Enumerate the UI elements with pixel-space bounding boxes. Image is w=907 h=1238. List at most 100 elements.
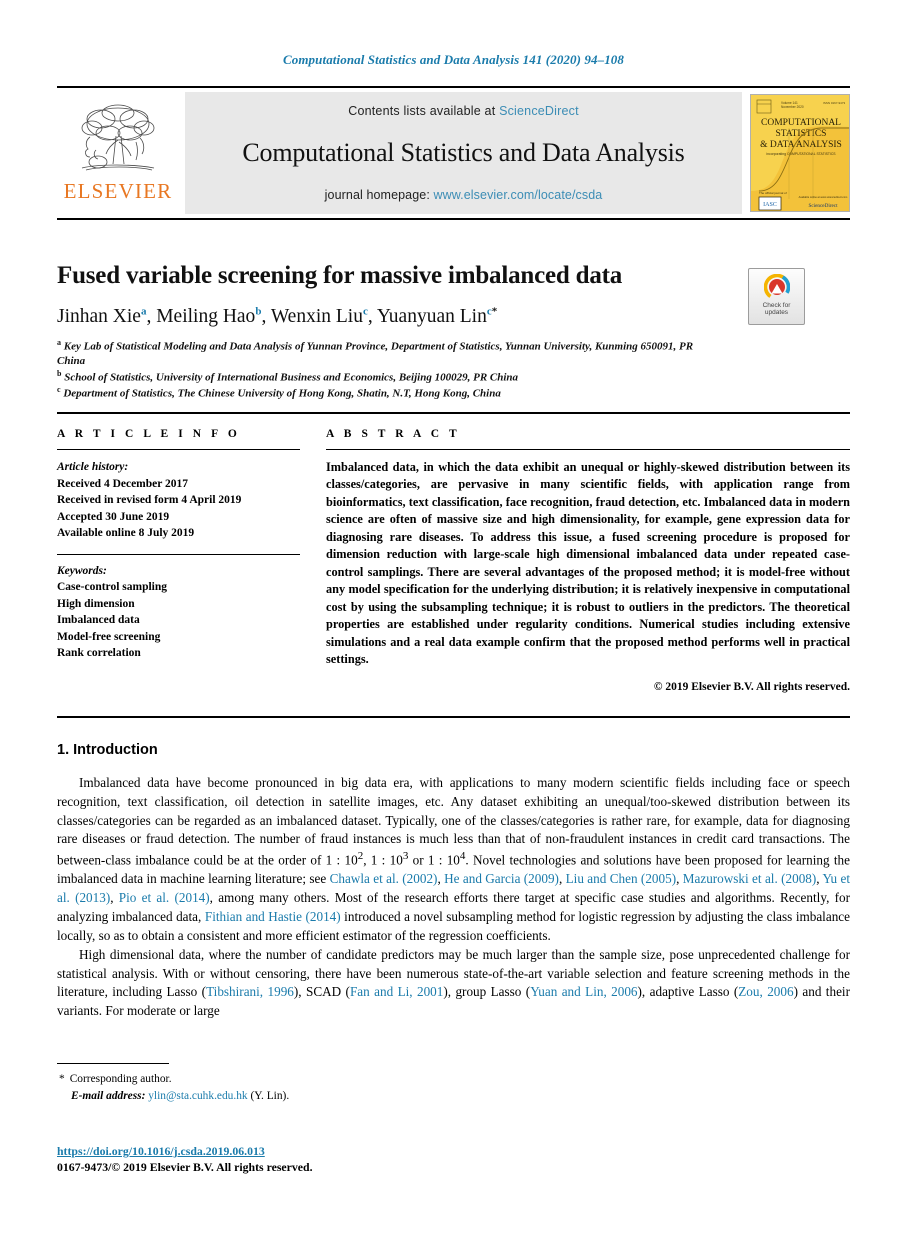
doi-link[interactable]: https://doi.org/10.1016/j.csda.2019.06.0… [57,1144,265,1158]
author-affiliation-mark: c [362,305,368,318]
article-history-item: Accepted 30 June 2019 [57,510,170,523]
email-note: E-mail address: ylin@sta.cuhk.edu.hk (Y.… [57,1088,477,1105]
citation-link[interactable]: He and Garcia (2009) [444,871,559,886]
author-affiliation-mark: b [255,305,262,318]
keyword-item: Case-control sampling [57,581,167,594]
article-history-item: Received in revised form 4 April 2019 [57,494,242,507]
sciencedirect-link[interactable]: ScienceDirect [499,104,579,118]
homepage-url-link[interactable]: www.elsevier.com/locate/csda [433,188,602,202]
abstract-copyright: © 2019 Elsevier B.V. All rights reserved… [653,681,850,694]
crossmark-label: Check for updates [763,302,791,317]
svg-text:ISSN 0167-9473: ISSN 0167-9473 [823,101,846,105]
journal-masthead: ELSEVIER Contents lists available at Sci… [57,86,850,220]
body-content: 1. Introduction Imbalanced data have bec… [57,742,850,1021]
cover-artwork: Volume 141 November 2020 ISSN 0167-9473 … [751,95,849,211]
affiliation-mark: b [57,368,62,378]
citation-link[interactable]: Yuan and Lin, 2006 [530,984,637,999]
abstract-column: A B S T R A C T Imbalanced data, in whic… [326,428,850,693]
svg-text:IASC: IASC [763,202,777,208]
crossmark-badge[interactable]: Check for updates [748,268,805,325]
svg-text:ScienceDirect: ScienceDirect [808,203,838,209]
contents-prefix: Contents lists available at [348,104,496,118]
affiliation-item: b School of Statistics, University of In… [57,368,519,384]
superscript: 3 [402,850,409,863]
affiliation-item: a Key Lab of Statistical Modeling and Da… [57,338,694,368]
article-history-item: Available online 8 July 2019 [57,527,195,540]
keywords-label: Keywords: [57,564,107,577]
citation-link[interactable]: Mazurowski et al. (2008) [683,871,817,886]
citation-link[interactable]: Fan and Li, 2001 [350,984,443,999]
contents-lists-line: Contents lists available at ScienceDirec… [348,104,579,118]
svg-text:The official journal of: The official journal of [759,191,787,195]
keyword-item: Imbalanced data [57,614,140,627]
article-info-heading: A R T I C L E I N F O [57,428,241,440]
superscript: 2 [357,850,364,863]
keyword-item: Rank correlation [57,647,141,660]
elsevier-logo: ELSEVIER [57,88,179,218]
superscript: 4 [459,850,466,863]
page-title: Fused variable screening for massive imb… [57,262,623,289]
email-address-link[interactable]: ylin@sta.cuhk.edu.hk [148,1090,247,1102]
svg-text:incorporating COMPUTATIONAL S: incorporating COMPUTATIONAL STATISTICS [766,152,836,156]
citation-link[interactable]: Zou, 2006 [738,984,793,999]
email-suffix: (Y. Lin). [250,1089,290,1102]
elsevier-wordmark: ELSEVIER [63,179,173,203]
journal-title: Computational Statistics and Data Analys… [242,138,685,167]
article-info-column: A R T I C L E I N F O Article history: R… [57,428,300,693]
citation-link[interactable]: Pio et al. (2014) [119,890,210,905]
elsevier-tree-icon [81,104,155,171]
footnote-rule [57,1063,169,1064]
author-name: Wenxin Liu [270,305,363,327]
paragraph-2: High dimensional data, where the number … [57,946,850,1019]
article-info-abstract-block: A R T I C L E I N F O Article history: R… [57,428,850,693]
article-history-label: Article history: [57,461,129,473]
info-divider-keywords [57,553,300,555]
footnote-star: * [59,1073,65,1085]
abstract-text: Imbalanced data, in which the data exhib… [326,460,850,666]
affiliation-mark: c [57,385,61,394]
section-heading-introduction: 1. Introduction [57,742,158,758]
footnote-block: * Corresponding author. E-mail address: y… [57,1063,477,1104]
running-head: Computational Statistics and Data Analys… [282,52,625,67]
title-block: Fused variable screening for massive imb… [57,262,850,401]
divider-above-info [57,412,850,414]
abstract-heading: A B S T R A C T [326,428,461,440]
citation-link[interactable]: Chawla et al. (2002) [330,871,438,886]
svg-text:Available online at www.scienc: Available online at www.sciencedirect.co… [799,195,848,199]
column-gap [300,428,326,693]
affiliation-item: c Department of Statistics, The Chinese … [57,385,501,400]
svg-text:& DATA ANALYSIS: & DATA ANALYSIS [760,140,842,150]
crossmark-line1: Check for [762,302,791,309]
author-name: Yuanyuan Lin [376,305,487,327]
keyword-item: Model-free screening [57,630,161,643]
page-footer: https://doi.org/10.1016/j.csda.2019.06.0… [57,1142,557,1176]
email-address-label: E-mail address: [71,1089,146,1102]
paper-page: Computational Statistics and Data Analys… [0,0,907,1238]
crossmark-line2: updates [764,309,789,317]
corresponding-author-mark: * [491,305,498,318]
author-name: Jinhan Xie [57,305,141,327]
author-affiliation-mark: a [140,305,147,318]
info-divider-top [57,449,300,450]
affiliation-list: a Key Lab of Statistical Modeling and Da… [57,338,697,401]
corresponding-author-note: * Corresponding author. [57,1071,477,1088]
paragraph-1: Imbalanced data have become pronounced i… [57,775,851,943]
divider-below-abstract [57,716,850,718]
citation-link[interactable]: Liu and Chen (2005) [566,871,676,886]
svg-text:STATISTICS: STATISTICS [776,129,827,139]
affiliation-mark: a [57,338,61,348]
abstract-divider [326,449,850,450]
article-history-item: Received 4 December 2017 [57,477,189,490]
citation-link[interactable]: Fithian and Hastie (2014) [205,909,341,924]
keyword-item: High dimension [57,597,135,610]
author-name: Meiling Hao [156,305,256,327]
author-list: Jinhan Xiea, Meiling Haob, Wenxin Liuc, … [57,305,498,327]
svg-text:November 2020: November 2020 [781,105,804,109]
journal-cover-thumbnail: Volume 141 November 2020 ISSN 0167-9473 … [750,94,850,212]
keywords-list: Case-control sampling High dimension Imbal… [57,579,300,662]
homepage-prefix: journal homepage: [324,188,430,202]
masthead-center: Contents lists available at ScienceDirec… [185,92,742,214]
crossmark-icon [763,274,790,300]
citation-link[interactable]: Tibshirani, 1996 [206,984,294,999]
issn-copyright-line: 0167-9473/© 2019 Elsevier B.V. All right… [57,1160,313,1174]
